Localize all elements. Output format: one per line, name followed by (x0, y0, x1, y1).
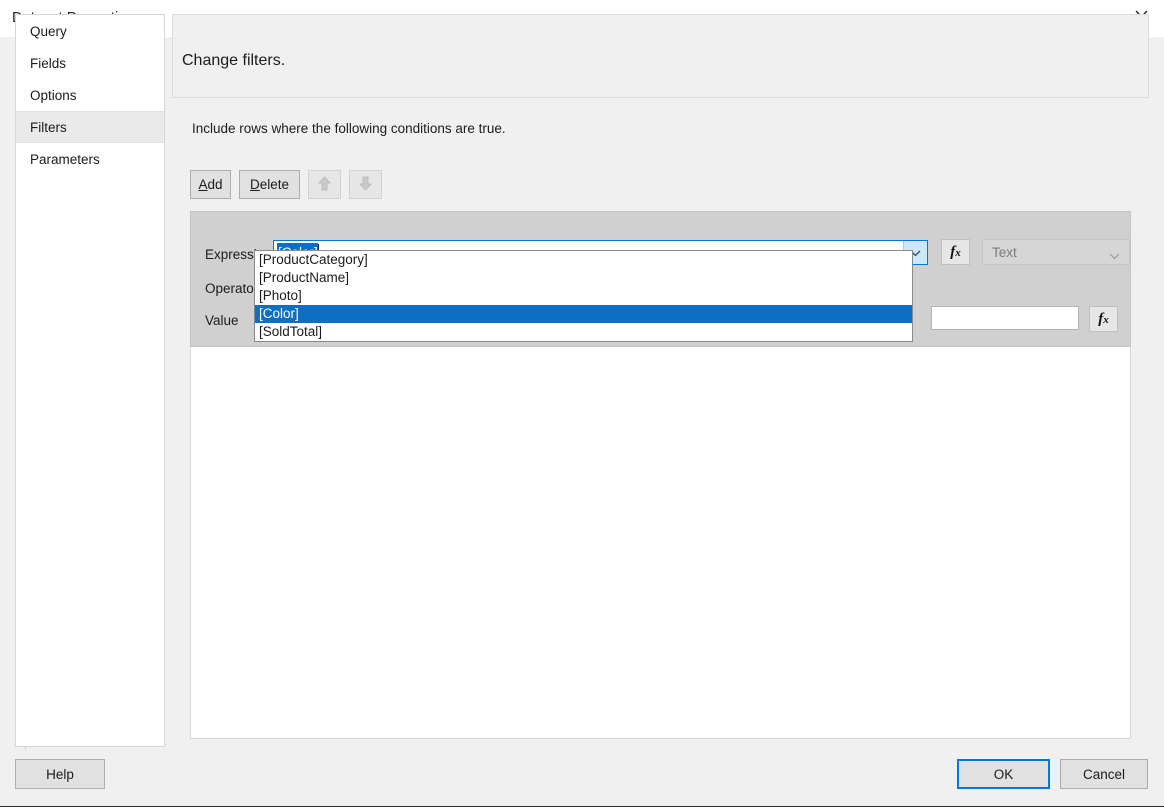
sidebar-item-label: Filters (30, 120, 67, 135)
add-button[interactable]: Add (190, 170, 231, 199)
filter-list-area (190, 347, 1131, 739)
window-bottom-edge (0, 806, 1164, 811)
add-label-rest: dd (207, 177, 222, 192)
header-panel: Change filters. (172, 14, 1149, 98)
dropdown-option-color[interactable]: [Color] (255, 305, 912, 323)
add-accel: A (198, 177, 207, 192)
fx-icon: fx (1098, 311, 1109, 328)
delete-button[interactable]: Delete (239, 170, 300, 199)
arrow-up-icon (318, 176, 331, 194)
sidebar-item-label: Parameters (30, 152, 100, 167)
move-up-button[interactable] (308, 170, 341, 199)
sidebar-item-query[interactable]: Query (16, 15, 164, 47)
arrow-down-icon (359, 176, 372, 194)
value-label: Value (205, 313, 239, 328)
expression-dropdown-list: [ProductCategory] [ProductName] [Photo] … (254, 250, 913, 342)
dialog-footer: Help OK Cancel (0, 750, 1164, 811)
dropdown-option-label: [ProductName] (259, 270, 349, 285)
type-combobox[interactable]: Text (982, 239, 1130, 265)
cancel-button[interactable]: Cancel (1060, 759, 1148, 789)
dropdown-option-label: [SoldTotal] (259, 324, 322, 339)
operator-label: Operator (205, 281, 258, 296)
chevron-down-icon (1109, 248, 1120, 263)
dropdown-option-photo[interactable]: [Photo] (255, 287, 912, 305)
dropdown-option-label: [Color] (259, 306, 299, 321)
sidebar-item-fields[interactable]: Fields (16, 47, 164, 79)
dropdown-option-label: [Photo] (259, 288, 302, 303)
sidebar-item-label: Fields (30, 56, 66, 71)
delete-accel: D (250, 177, 260, 192)
help-button[interactable]: Help (15, 759, 105, 789)
dropdown-option-productname[interactable]: [ProductName] (255, 269, 912, 287)
dropdown-option-productcategory[interactable]: [ProductCategory] (255, 251, 912, 269)
type-combobox-value: Text (992, 245, 1017, 260)
value-input[interactable] (931, 306, 1079, 330)
sidebar-item-label: Options (30, 88, 77, 103)
delete-label-rest: elete (260, 177, 289, 192)
instruction-text: Include rows where the following conditi… (192, 121, 506, 136)
page-title: Change filters. (182, 52, 285, 70)
ok-button[interactable]: OK (957, 759, 1050, 789)
move-down-button[interactable] (349, 170, 382, 199)
sidebar-item-label: Query (30, 24, 67, 39)
right-pane: Change filters. Include rows where the f… (172, 14, 1149, 747)
value-function-button[interactable]: fx (1089, 306, 1118, 332)
filter-toolbar: Add Delete (190, 170, 382, 199)
fx-icon: fx (950, 244, 961, 261)
dropdown-option-label: [ProductCategory] (259, 252, 368, 267)
expression-function-button[interactable]: fx (941, 239, 970, 265)
sidebar-nav: Query Fields Options Filters Parameters (15, 14, 165, 747)
sidebar-item-options[interactable]: Options (16, 79, 164, 111)
dropdown-option-soldtotal[interactable]: [SoldTotal] (255, 323, 912, 341)
sidebar-item-filters[interactable]: Filters (16, 111, 164, 143)
sidebar-item-parameters[interactable]: Parameters (16, 143, 164, 175)
